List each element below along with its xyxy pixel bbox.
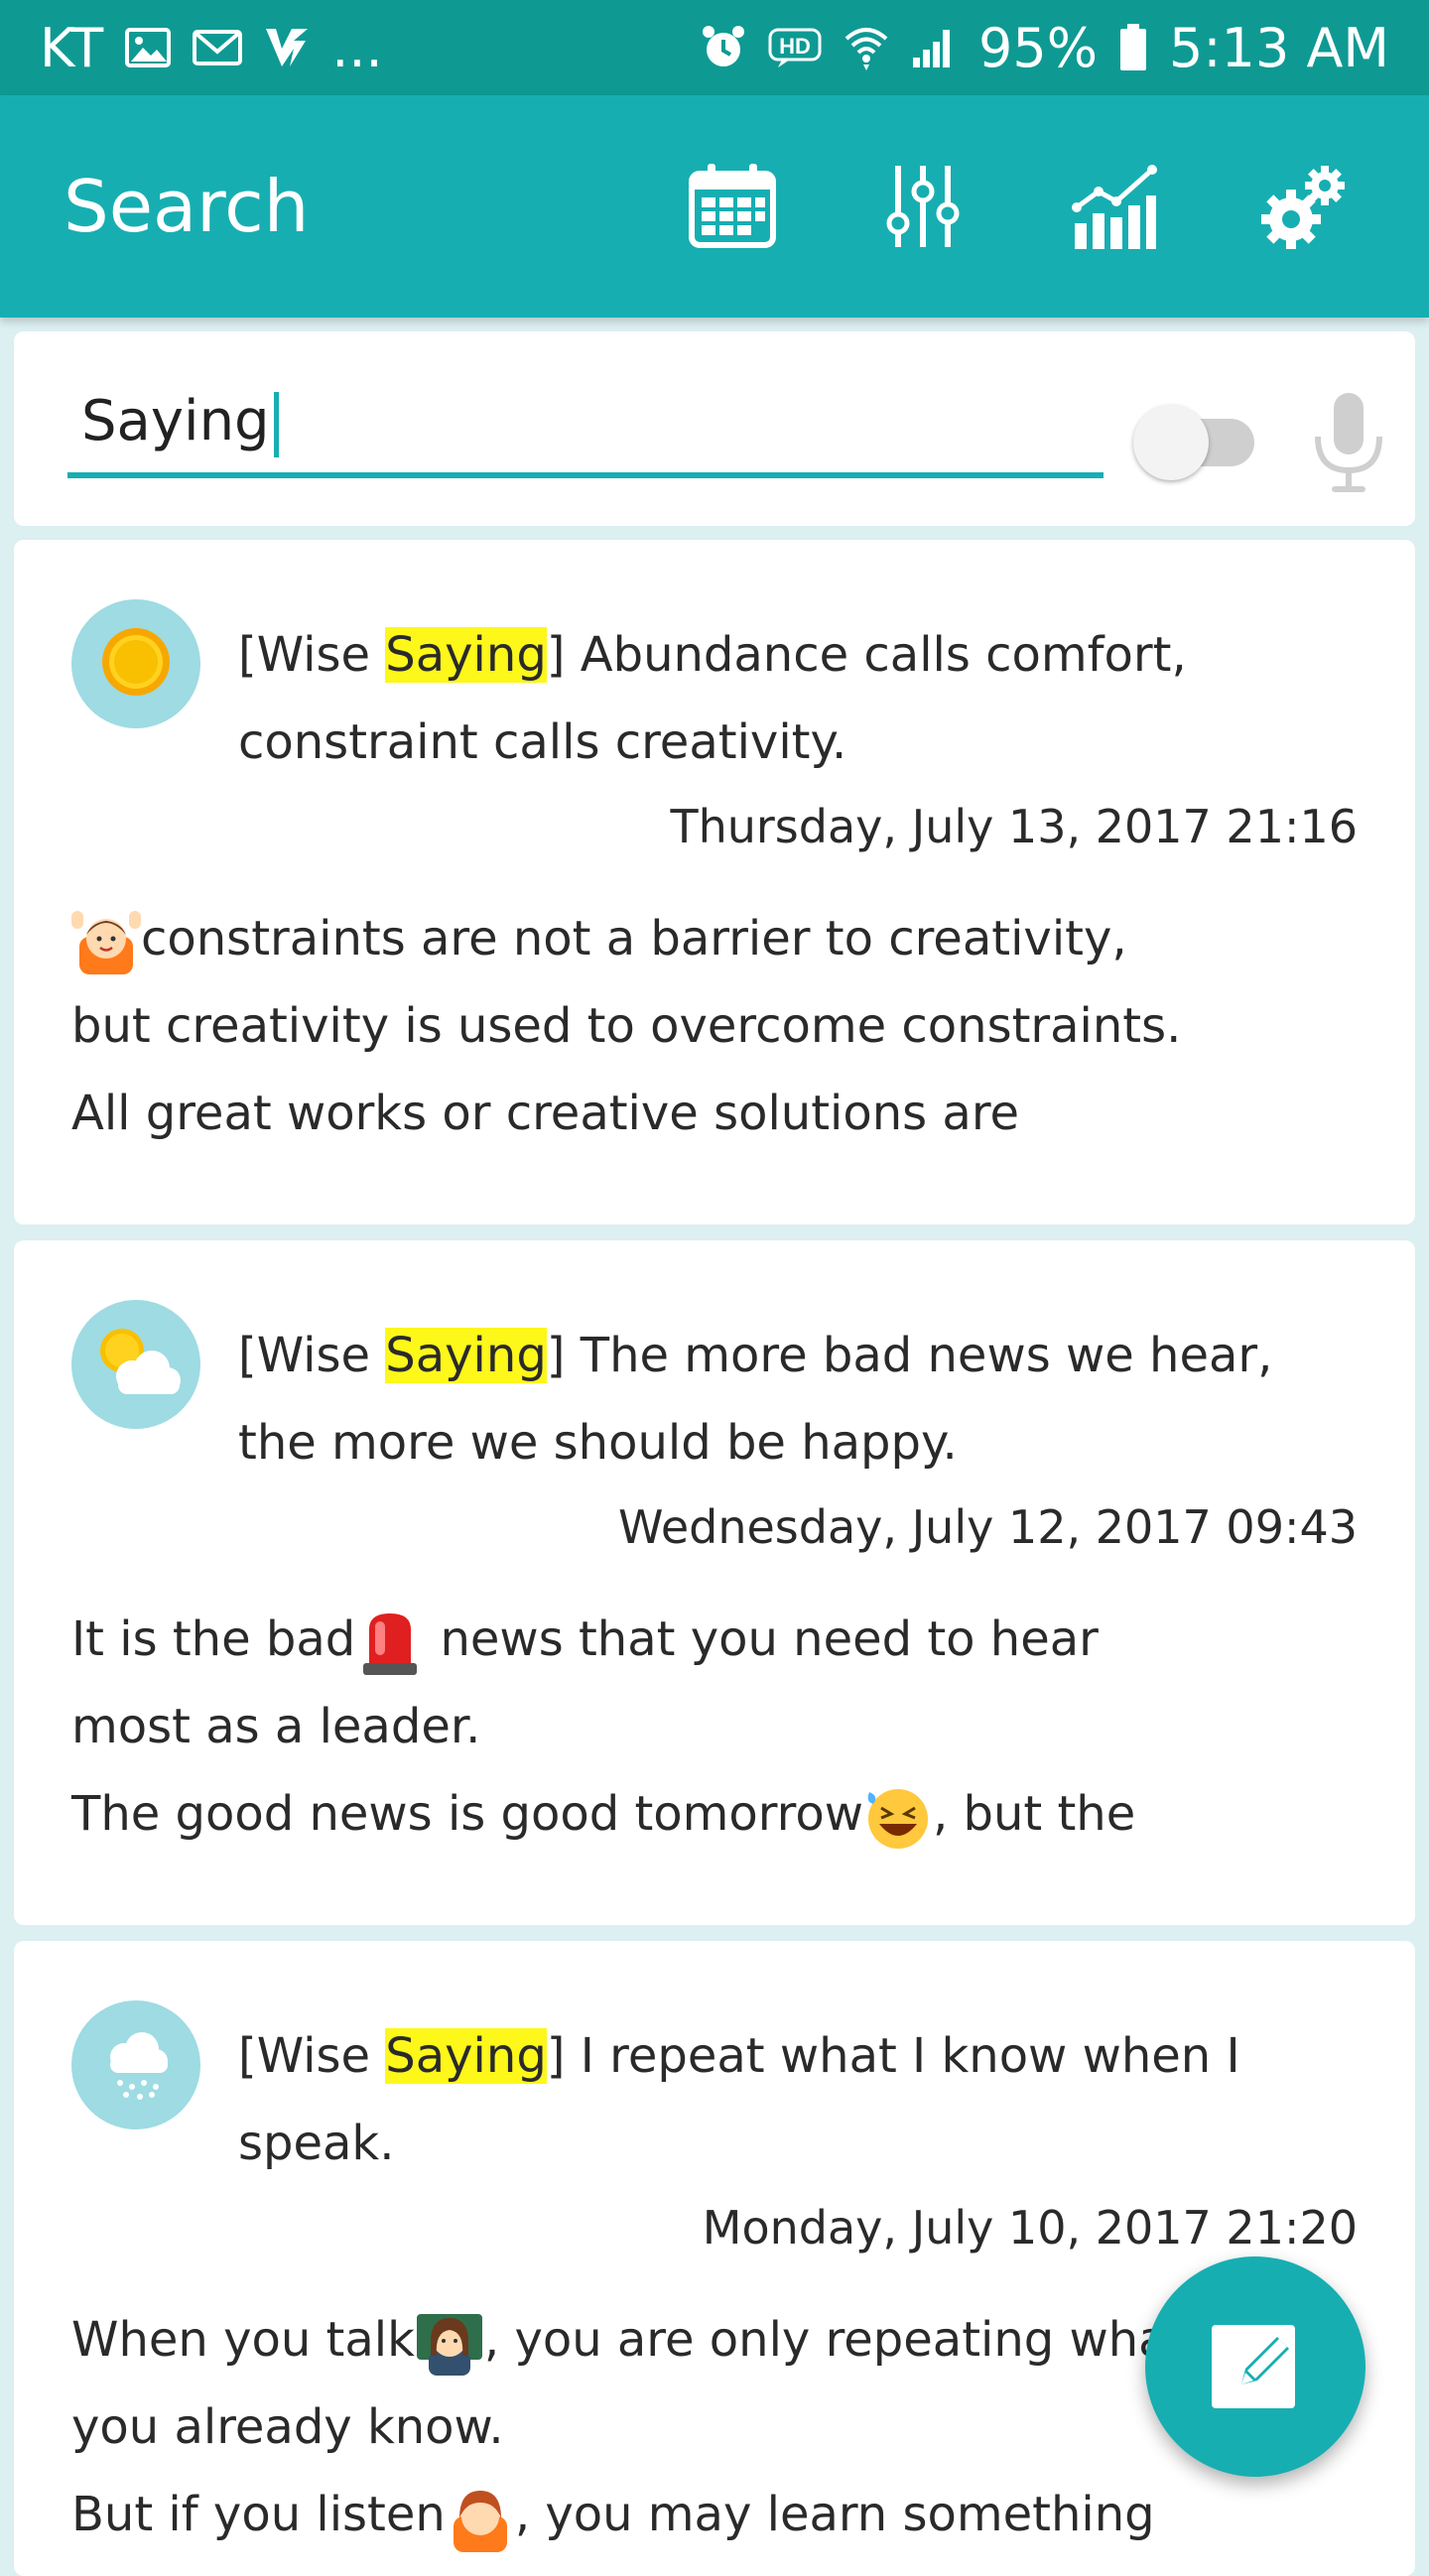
- search-highlight: Saying: [385, 2028, 547, 2084]
- entry-title: [Wise Saying] I repeat what I know when …: [238, 2012, 1360, 2187]
- settings-button[interactable]: [1209, 111, 1399, 302]
- battery-percent: 95%: [978, 16, 1099, 79]
- battery-icon: [1119, 24, 1147, 71]
- body-text: , you may learn something: [514, 2487, 1155, 2542]
- image-icon: [125, 28, 172, 67]
- v-icon: [264, 27, 310, 68]
- teacher-emoji: [415, 2308, 484, 2378]
- diary-entry-card[interactable]: [Wise Saying] The more bad news we hear,…: [14, 1240, 1415, 1925]
- sun-icon: [96, 622, 176, 706]
- search-mode-toggle[interactable]: [1133, 401, 1264, 480]
- settings-gears-icon: [1259, 162, 1349, 251]
- toggle-knob: [1133, 405, 1209, 480]
- siren-emoji: [355, 1608, 425, 1677]
- hd-icon: HD: [768, 28, 822, 67]
- signal-icon: [911, 26, 957, 69]
- mail-icon: [193, 28, 243, 67]
- person-raising-hands-emoji: [71, 907, 141, 976]
- calendar-icon: [688, 162, 777, 251]
- text-cursor: [273, 391, 279, 457]
- app-bar: Search: [0, 95, 1429, 318]
- statistics-button[interactable]: [1018, 111, 1209, 302]
- body-text: It is the bad: [71, 1611, 356, 1667]
- diary-entry-card[interactable]: [Wise Saying] Abundance calls comfort, c…: [14, 540, 1415, 1224]
- body-text: When you talk: [71, 2312, 415, 2368]
- filter-button[interactable]: [828, 111, 1018, 302]
- body-text: , but the: [932, 1786, 1136, 1842]
- voice-search-button[interactable]: [1304, 389, 1393, 498]
- stats-chart-icon: [1069, 162, 1158, 251]
- partly-cloudy-icon: [88, 1323, 184, 1406]
- search-input[interactable]: Saying: [67, 379, 1104, 478]
- body-text: constraints are not a barrier to creativ…: [141, 911, 1127, 966]
- body-text: , you are only repeating what: [483, 2312, 1187, 2368]
- title-prefix: [Wise: [238, 2028, 386, 2084]
- body-line: All great works or creative solutions ar…: [71, 1086, 1020, 1141]
- body-line: It is the bad news that you need to hear: [71, 1596, 1362, 1683]
- entry-title: [Wise Saying] The more bad news we hear,…: [238, 1312, 1360, 1486]
- microphone-icon: [1304, 393, 1393, 502]
- body-line: constraints are not a barrier to creativ…: [71, 895, 1362, 982]
- search-query-text: Saying: [81, 389, 270, 453]
- clock: 5:13 AM: [1169, 16, 1389, 79]
- search-query[interactable]: Saying: [81, 389, 279, 457]
- page-title: Search: [64, 165, 310, 248]
- new-entry-button[interactable]: [1145, 2256, 1365, 2477]
- diary-entry-card[interactable]: [Wise Saying] I repeat what I know when …: [14, 1941, 1415, 2576]
- alarm-icon: [701, 25, 746, 70]
- search-card: Saying: [14, 331, 1415, 526]
- entry-date: Thursday, July 13, 2017 21:16: [670, 800, 1358, 853]
- laughing-emoji: [863, 1782, 933, 1852]
- body-line: But if you listen , you may learn somethi…: [71, 2471, 1362, 2558]
- filter-sliders-icon: [878, 162, 968, 251]
- body-line: but creativity is used to overcome const…: [71, 998, 1182, 1054]
- body-text: news that you need to hear: [425, 1611, 1099, 1667]
- more-notifications: ...: [331, 16, 383, 79]
- calendar-button[interactable]: [637, 111, 828, 302]
- svg-text:HD: HD: [779, 34, 811, 59]
- body-text: But if you listen: [71, 2487, 446, 2542]
- entry-body: constraints are not a barrier to creativ…: [71, 895, 1362, 1157]
- status-bar: KT ... HD 95% 5:13 AM: [0, 0, 1429, 95]
- title-prefix: [Wise: [238, 627, 386, 683]
- person-emoji: [446, 2483, 515, 2552]
- entry-date: Monday, July 10, 2017 21:20: [702, 2201, 1358, 2254]
- search-highlight: Saying: [385, 1328, 547, 1383]
- weather-avatar: [71, 2000, 200, 2129]
- body-text: The good news is good tomorrow: [71, 1786, 863, 1842]
- entry-date: Wednesday, July 12, 2017 09:43: [618, 1500, 1358, 1554]
- search-highlight: Saying: [385, 627, 547, 683]
- title-prefix: [Wise: [238, 1328, 386, 1383]
- body-line: most as a leader.: [71, 1699, 481, 1754]
- weather-avatar: [71, 599, 200, 728]
- carrier-label: KT: [40, 16, 104, 79]
- body-line: The good news is good tomorrow , but the: [71, 1770, 1362, 1858]
- edit-pencil-icon: [1206, 2315, 1305, 2418]
- wifi-icon: [844, 25, 889, 70]
- rain-cloud-icon: [96, 2023, 176, 2107]
- entry-body: It is the bad news that you need to hear…: [71, 1596, 1362, 1858]
- entry-title: [Wise Saying] Abundance calls comfort, c…: [238, 611, 1360, 786]
- weather-avatar: [71, 1300, 200, 1429]
